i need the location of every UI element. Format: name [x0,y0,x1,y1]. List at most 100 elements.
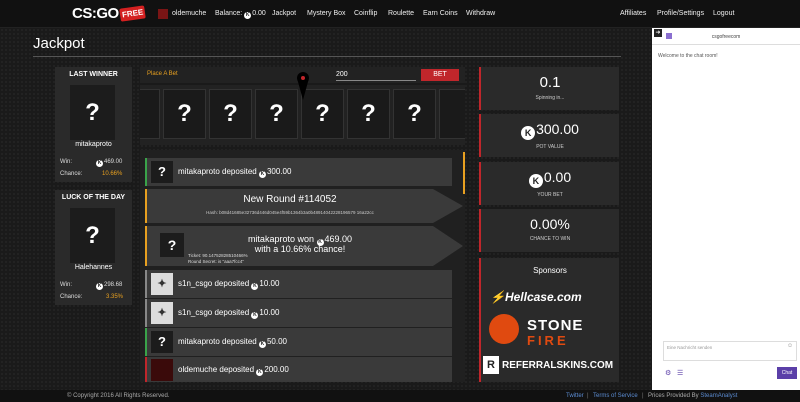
pot-value-box: K 300.00 POT VALUE [479,114,619,157]
footer-prices: Prices Provided By SteamAnalyst [648,393,738,399]
user-avatar[interactable] [158,9,168,19]
coin-icon: K [256,369,264,376]
last-winner-win-label: Win: [60,159,72,165]
coin-icon: K [96,160,103,167]
username[interactable]: oldemuche [172,10,206,17]
feed-deposit-row: ✦ s1n_csgo deposited K 10.00 [145,270,452,298]
page-title: Jackpot [33,35,85,52]
reel-pointer-icon [297,72,309,100]
user-avatar: ✦ [151,302,173,324]
winner-chance: with a 10.66% chance! [254,244,346,254]
reel-tile: ? [347,89,390,139]
feed-deposit-row: ? mitakaproto deposited K 300.00 [145,158,452,186]
chance-box: 0.00% CHANCE TO WIN [479,209,619,252]
coin-icon: K [258,171,266,178]
emoji-icon[interactable]: ☺ [787,343,793,349]
chance-label: CHANCE TO WIN [529,236,571,242]
referralskins-icon: R [483,356,499,374]
chat-site-name: csgofreecom [711,34,741,40]
chat-send-button[interactable]: Chat [777,367,797,379]
nav-mystery-box[interactable]: Mystery Box [307,10,346,17]
user-avatar [151,359,173,381]
feed-scrollbar[interactable] [463,152,465,194]
reel-tile: ? [393,89,436,139]
last-winner-chance-label: Chance: [60,171,83,177]
coin-icon: K [251,312,259,319]
new-round-title: New Round #114052 [243,194,337,205]
pot-value: K 300.00 [481,121,619,140]
place-bet-label: Place A Bet [147,71,178,77]
reel-tile [439,89,465,139]
settings-icon[interactable]: ⚙ [665,369,671,377]
stonefire-flame-icon [489,314,519,344]
luck-win-label: Win: [60,282,72,288]
coin-icon: K [521,126,536,140]
last-winner-chance: 10.66% [102,171,123,177]
last-winner-avatar: ? [70,85,115,140]
pot-label: POT VALUE [536,144,564,150]
sponsor-hellcase[interactable]: ⚡Hellcase.com [490,290,582,304]
bet-button[interactable]: BET [421,69,459,81]
nav-profile-settings[interactable]: Profile/Settings [657,10,704,17]
nav-logout[interactable]: Logout [713,10,734,17]
your-bet-box: K 0.00 YOUR BET [479,162,619,205]
chat-divider [652,44,800,45]
chat-panel [652,28,800,390]
reel-tile: ? [209,89,252,139]
timer-label: Spinning in... [535,95,565,101]
luck-name: Halehannes [74,264,113,271]
luck-chance: 3.35% [106,294,124,300]
nav-earn-coins[interactable]: Earn Coins [423,10,458,17]
hellcase-icon: ⚡ [490,290,505,304]
round-secret: Round Secret: is "aaa7fcc4" [188,259,244,264]
list-icon[interactable]: ☰ [677,369,683,377]
last-winner-header: LAST WINNER [69,71,118,78]
luck-chance-label: Chance: [60,294,83,300]
winner-avatar: ? [160,233,184,257]
sponsor-referralskins[interactable]: REFERRALSKINS.COM [502,360,613,371]
feed-deposit-row: oldemuche deposited K 200.00 [145,357,452,382]
footer-steamanalyst[interactable]: SteamAnalyst [700,393,737,399]
top-navbar: CS:GO FREE oldemuche Balance: K 0.00 Jack… [0,0,800,28]
feed-deposit-row: ? mitakaproto deposited K 50.00 [145,328,452,356]
sponsors-title: Sponsors [533,266,567,275]
coin-icon: K [258,341,266,348]
user-avatar: ✦ [151,273,173,295]
sponsor-stone[interactable]: STONE [527,317,583,334]
chat-welcome: Welcome to the chat room! [658,53,718,59]
nav-coinflip[interactable]: Coinflip [354,10,377,17]
nav-withdraw[interactable]: Withdraw [466,10,495,17]
timer-value: 0.1 [539,74,561,91]
reel-tile: ? [255,89,298,139]
nav-jackpot[interactable]: Jackpot [272,10,296,17]
title-divider [33,56,621,57]
footer-terms[interactable]: Terms of Service [593,393,638,399]
coin-icon: K [528,174,543,188]
luck-header: LUCK OF THE DAY [61,194,126,201]
coin-icon: K [251,283,259,290]
last-winner-name: mitakaproto [75,141,112,148]
luck-avatar: ? [70,208,115,263]
reel-tile [140,89,160,139]
round-hash: Hash: b08d41685e32736d446d045e4f59b1364b… [206,210,374,215]
nav-roulette[interactable]: Roulette [388,10,414,17]
footer-copyright: © Copyright 2016 All Rights Reserved. [67,393,170,399]
nav-affiliates[interactable]: Affiliates [620,10,646,17]
reel-tile: ? [163,89,206,139]
sponsor-fire[interactable]: FIRE [527,333,569,348]
luck-win: K 298.68 [96,282,123,290]
site-logo[interactable]: CS:GO [72,5,119,22]
balance: Balance: K 0.00 [215,10,266,19]
your-bet-value: K 0.00 [481,169,619,188]
coin-icon: K [244,12,252,19]
chat-message-input[interactable]: Eine Nachricht senden [663,341,797,361]
timer-box: 0.1 Spinning in... [479,67,619,110]
footer: © Copyright 2016 All Rights Reserved. Tw… [0,390,800,402]
last-winner-win: K 469.00 [96,159,123,167]
chance-value: 0.00% [530,216,570,232]
feed-deposit-row: ✦ s1n_csgo deposited K 10.00 [145,299,452,327]
user-avatar: ? [151,161,173,183]
footer-twitter[interactable]: Twitter [566,393,584,399]
logo-badge: FREE [119,5,147,22]
bet-amount-input[interactable]: 200 [336,69,416,81]
